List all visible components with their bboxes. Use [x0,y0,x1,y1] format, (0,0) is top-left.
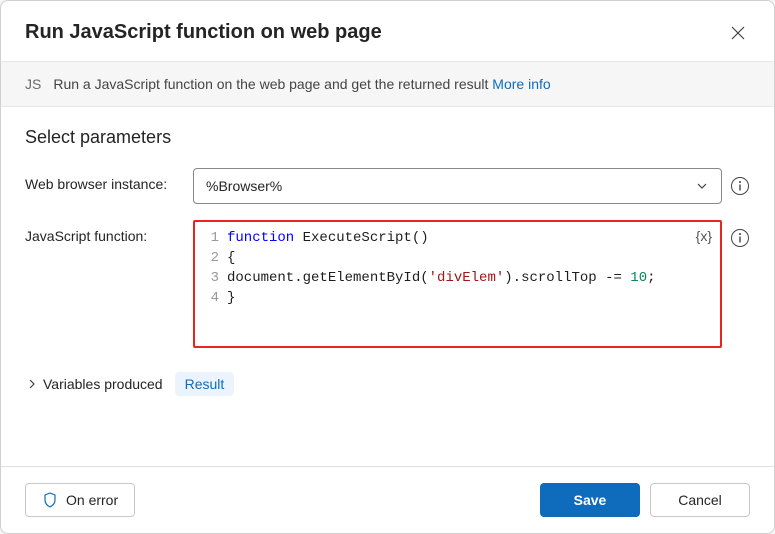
browser-value: %Browser% [206,178,282,194]
content-area: Select parameters Web browser instance: … [1,107,774,466]
line-content-3: document.getElementById('divElem').scrol… [227,268,656,288]
line-num-1: 1 [203,228,219,248]
variable-badge[interactable]: {x} [696,228,712,244]
cancel-button[interactable]: Cancel [650,483,750,517]
close-icon [730,25,746,41]
code-line-3: 3 document.getElementById('divElem').scr… [203,268,712,288]
on-error-label: On error [66,492,118,508]
info-icon[interactable] [730,176,750,196]
result-badge[interactable]: Result [175,372,235,396]
dialog-title: Run JavaScript function on web page [25,21,382,44]
code-prefix-3: document.getElementById( [227,270,429,286]
js-param-row: JavaScript function: {x} 1 function Exec… [25,220,750,348]
code-num-3: 10 [630,270,647,286]
kw-function: function [227,230,294,246]
code-line-1: 1 function ExecuteScript() [203,228,712,248]
browser-control-wrap: %Browser% [193,168,750,204]
save-button[interactable]: Save [540,483,640,517]
chevron-right-icon[interactable] [25,377,39,391]
shield-icon [42,492,58,508]
more-info-link[interactable]: More info [492,76,550,92]
info-icon[interactable] [730,228,750,248]
js-code-editor[interactable]: {x} 1 function ExecuteScript() 2 { 3 doc… [193,220,722,348]
code-line-4: 4 } [203,288,712,308]
line-content-1: function ExecuteScript() [227,228,429,248]
code-end-3: ; [647,270,655,286]
browser-param-row: Web browser instance: %Browser% [25,168,750,204]
variables-label: Variables produced [43,376,163,392]
banner-text-content: Run a JavaScript function on the web pag… [53,76,492,92]
variables-row: Variables produced Result [25,372,750,396]
code-suffix-3: ).scrollTop -= [504,270,630,286]
chevron-down-icon [695,179,709,193]
js-control-wrap: {x} 1 function ExecuteScript() 2 { 3 doc… [193,220,750,348]
line-num-2: 2 [203,248,219,268]
code-str-3: 'divElem' [429,270,505,286]
js-label: JavaScript function: [25,220,185,244]
code-rest-1: ExecuteScript() [294,230,428,246]
dialog-footer: On error Save Cancel [1,466,774,533]
browser-dropdown[interactable]: %Browser% [193,168,722,204]
line-num-3: 3 [203,268,219,288]
code-line-2: 2 { [203,248,712,268]
info-banner: JS Run a JavaScript function on the web … [1,61,774,107]
banner-text: Run a JavaScript function on the web pag… [53,76,550,92]
js-badge: JS [25,76,41,92]
footer-actions: Save Cancel [540,483,750,517]
dialog: Run JavaScript function on web page JS R… [0,0,775,534]
line-content-4: } [227,288,235,308]
close-button[interactable] [726,21,750,45]
browser-label: Web browser instance: [25,168,185,192]
dialog-header: Run JavaScript function on web page [1,1,774,61]
line-num-4: 4 [203,288,219,308]
line-content-2: { [227,248,235,268]
section-title: Select parameters [25,127,750,148]
on-error-button[interactable]: On error [25,483,135,517]
